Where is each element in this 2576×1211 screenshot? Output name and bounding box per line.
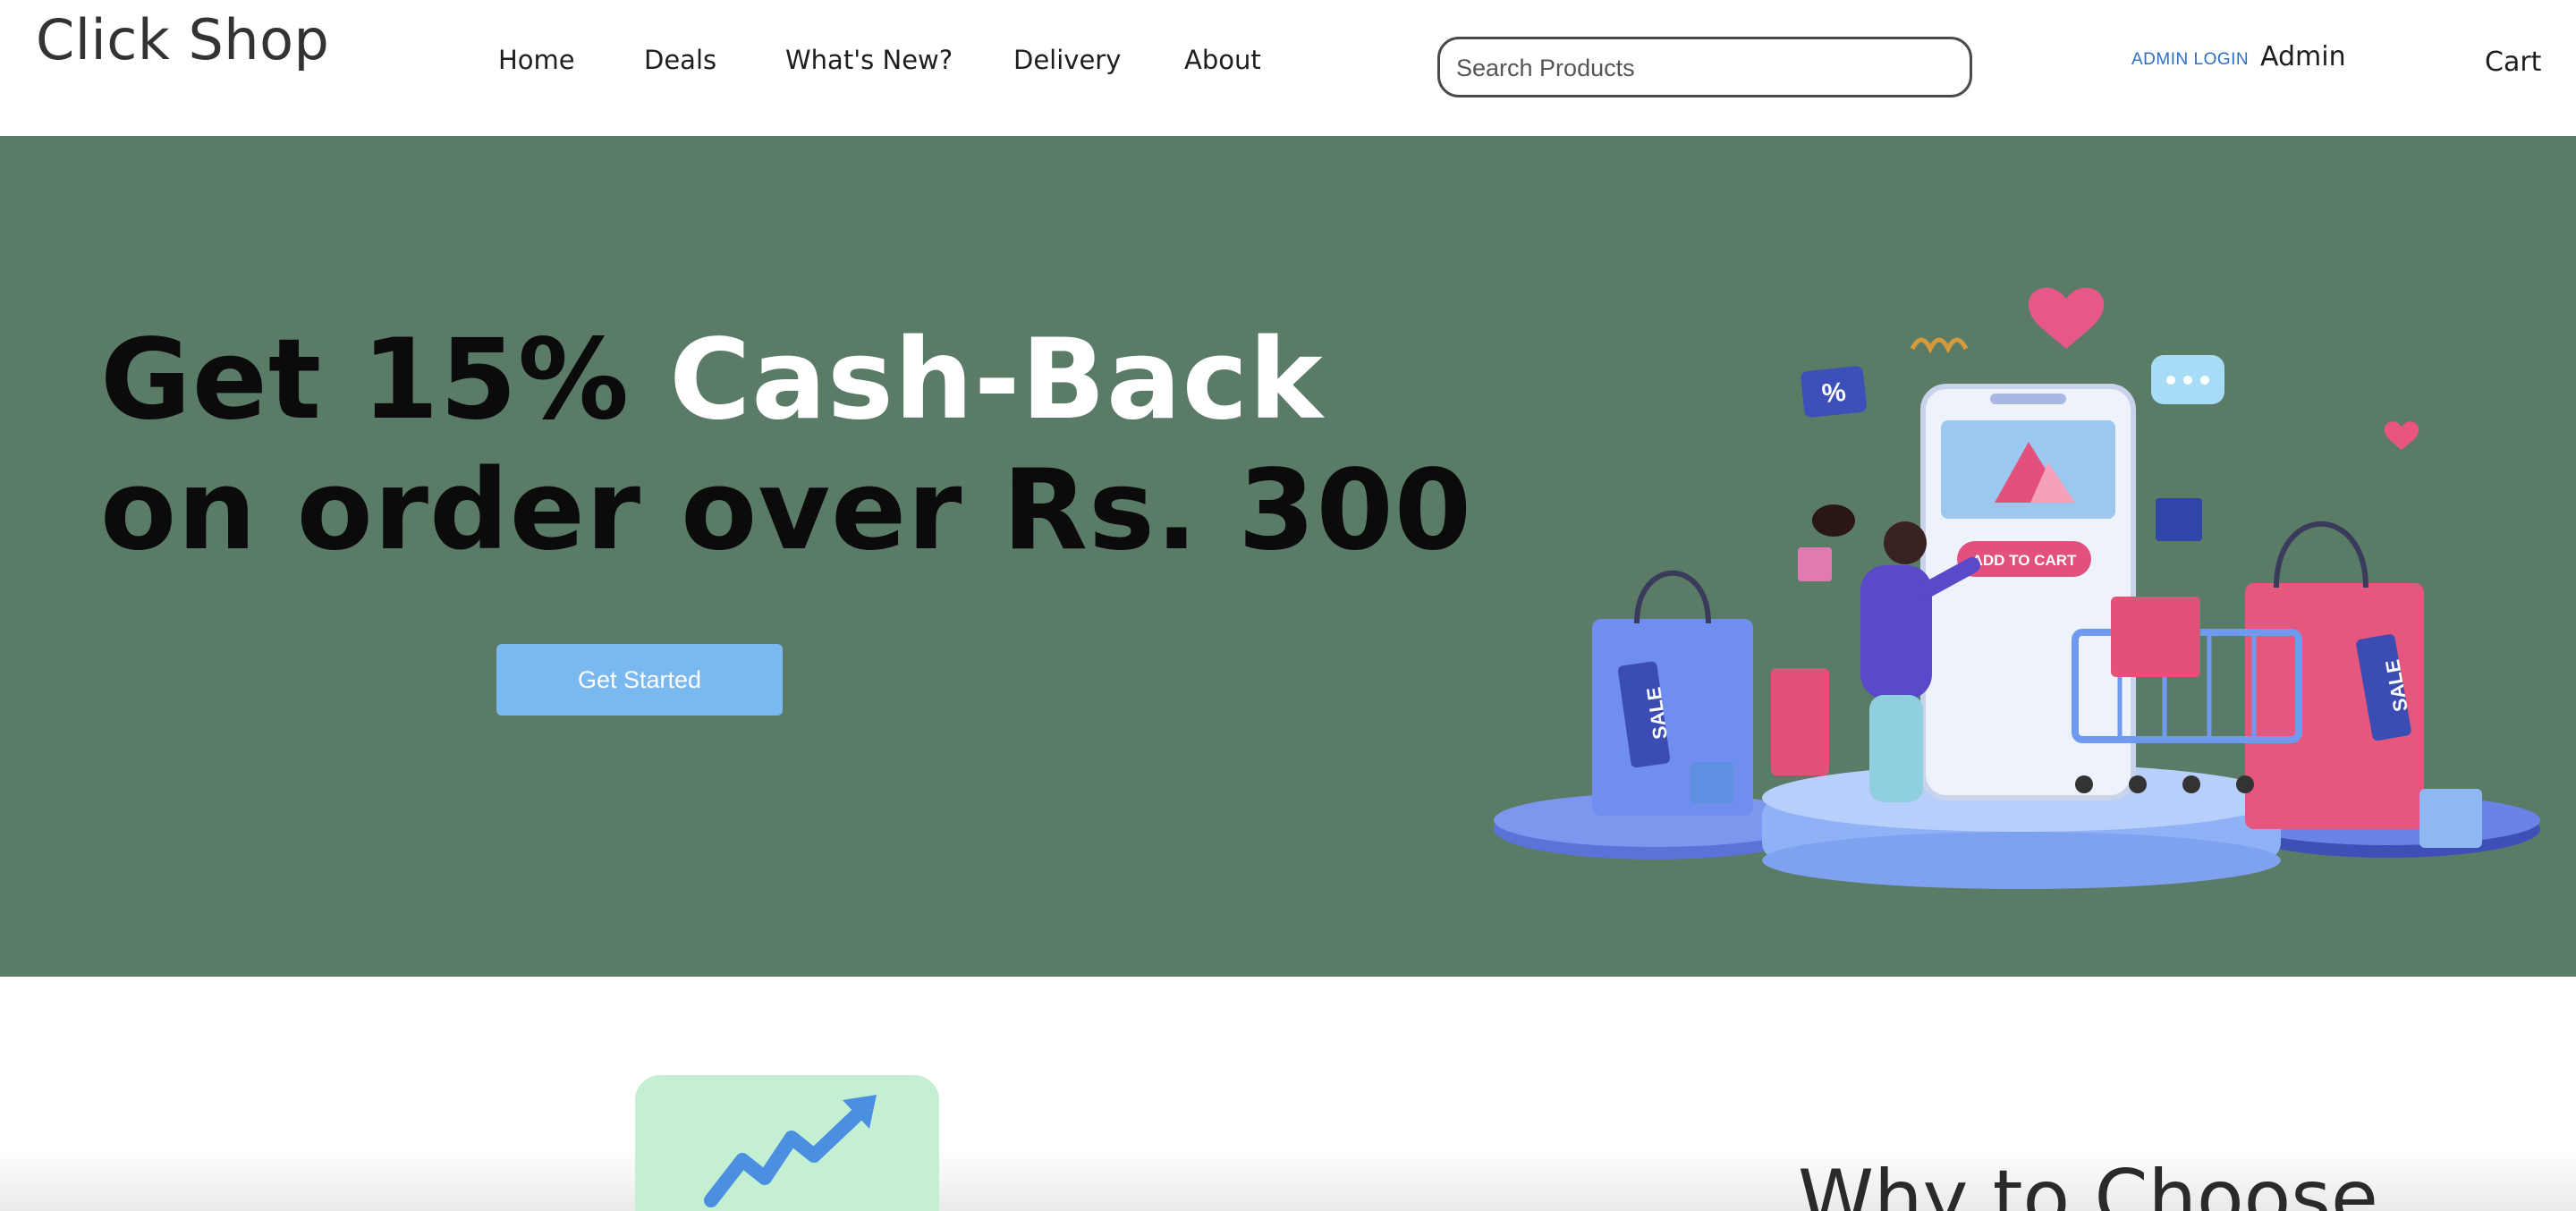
features-section: Why to Choose — [0, 977, 2576, 1211]
get-started-button[interactable]: Get Started — [496, 644, 783, 716]
nav-about[interactable]: About — [1184, 45, 1261, 75]
cart-link[interactable]: Cart — [2485, 47, 2541, 78]
admin-login-link[interactable]: ADMIN LOGIN — [2131, 50, 2249, 70]
percent-bubble: % — [1801, 366, 1867, 418]
person-pants — [1869, 695, 1923, 802]
gift-box-left — [1690, 762, 1733, 803]
site-logo[interactable]: Click Shop — [36, 7, 329, 72]
floating-gift-small — [1798, 547, 1832, 581]
floating-gift-blue — [2156, 498, 2202, 541]
hero-headline: Get 15% Cash-Back on order over Rs. 300 — [100, 315, 1472, 576]
headline-cashback: Cash-Back — [669, 316, 1324, 445]
hero-banner: Get 15% Cash-Back on order over Rs. 300 … — [0, 136, 2576, 977]
headline-text-part1: Get 15% — [100, 316, 670, 445]
center-platform-base — [1762, 832, 2281, 889]
gift-box-right — [2419, 789, 2482, 848]
person-hair — [1812, 504, 1855, 537]
search-box — [1437, 37, 1972, 97]
cart-wheel — [2075, 775, 2093, 793]
shopping-illustration: ADD TO CART SALE SALE % — [1494, 287, 2540, 889]
squiggle-decoration — [1910, 337, 1969, 354]
nav-whats-new[interactable]: What's New? — [785, 45, 953, 75]
growth-card — [635, 1075, 939, 1211]
why-choose-heading: Why to Choose — [1798, 1154, 2378, 1211]
admin-link[interactable]: Admin — [2260, 41, 2346, 72]
top-header: Click Shop Home Deals What's New? Delive… — [0, 0, 2576, 136]
percent-sign: % — [1820, 377, 1847, 410]
small-red-bag — [1771, 668, 1829, 775]
small-heart-icon — [2384, 421, 2419, 450]
nav-deals[interactable]: Deals — [644, 45, 716, 75]
left-bag-handle — [1634, 570, 1711, 624]
phone-button-label: ADD TO CART — [1972, 552, 2077, 569]
nav-home[interactable]: Home — [498, 45, 575, 75]
nav-delivery[interactable]: Delivery — [1013, 45, 1121, 75]
heart-icon — [2028, 287, 2105, 349]
search-input[interactable] — [1454, 39, 1959, 97]
bag-in-cart — [2111, 597, 2200, 677]
headline-line2: on order over Rs. 300 — [100, 446, 1473, 575]
right-bag-handle — [2274, 521, 2368, 589]
trend-up-arrow-icon — [704, 1095, 877, 1207]
phone-notch — [1990, 394, 2066, 404]
person-head — [1884, 521, 1927, 564]
